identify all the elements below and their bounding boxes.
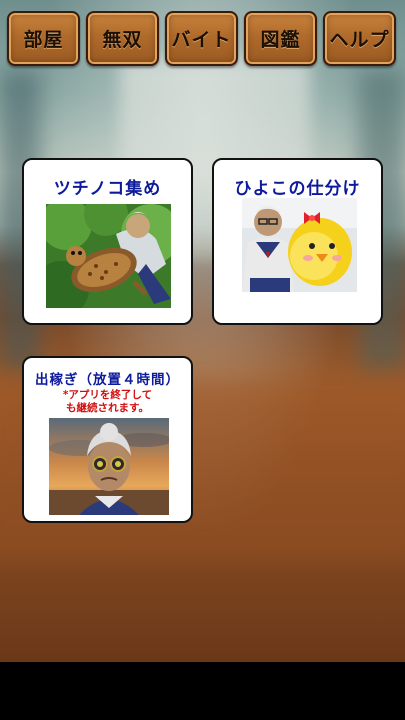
encyclopedia-button[interactable]: 図鑑: [244, 11, 317, 66]
blurred-room-background: [0, 0, 405, 662]
part-time-job-button[interactable]: バイト: [165, 11, 238, 66]
room-button[interactable]: 部屋: [7, 11, 80, 66]
musou-button[interactable]: 無双: [86, 11, 159, 66]
dekasegi-note-line1: *アプリを終了して: [62, 389, 153, 401]
musou-button-label: 無双: [102, 29, 143, 51]
job-title-dekasegi: 出稼ぎ（放置４時間）: [35, 372, 180, 388]
job-title-tsuchinoko: ツチノコ集め: [53, 179, 162, 199]
job-card-tsuchinoko[interactable]: ツチノコ集め: [22, 158, 193, 325]
help-button-label: ヘルプ: [329, 29, 390, 51]
tsuchinoko-thumbnail: [46, 204, 171, 308]
dekasegi-thumbnail: [49, 418, 169, 515]
room-button-label: 部屋: [23, 29, 64, 51]
dekasegi-note-line2: も継続されます。: [66, 402, 149, 414]
part-time-job-button-label: バイト: [171, 29, 232, 51]
encyclopedia-button-label: 図鑑: [260, 29, 301, 51]
hiyoko-thumbnail: [242, 198, 357, 292]
job-title-hiyoko: ひよこの仕分け: [234, 179, 361, 199]
top-navigation: 部屋 無双 バイト 図鑑 ヘルプ: [0, 0, 405, 70]
job-card-hiyoko[interactable]: ひよこの仕分け: [212, 158, 383, 325]
bottom-bar: [0, 662, 405, 720]
help-button[interactable]: ヘルプ: [323, 11, 396, 66]
job-card-dekasegi[interactable]: 出稼ぎ（放置４時間） *アプリを終了して も継続されます。: [22, 356, 193, 523]
